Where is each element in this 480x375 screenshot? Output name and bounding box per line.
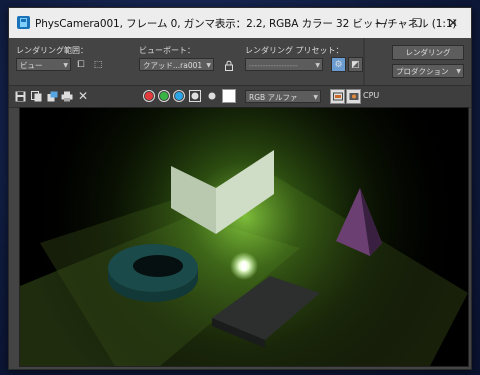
green-channel-toggle[interactable] xyxy=(158,90,170,102)
rendered-image[interactable] xyxy=(19,107,469,367)
red-channel-toggle[interactable] xyxy=(143,90,155,102)
viewport-value: クアッド...ra001 xyxy=(143,61,203,70)
chevron-down-icon: ▼ xyxy=(313,94,318,101)
app-icon xyxy=(17,16,30,29)
chevron-down-icon: ▼ xyxy=(63,62,68,69)
production-dropdown[interactable]: プロダクション ▼ xyxy=(392,64,464,78)
clear-icon[interactable]: ✕ xyxy=(76,89,90,103)
save-image-icon[interactable] xyxy=(13,89,27,103)
environment-effects-icon[interactable]: ◩ xyxy=(348,57,363,72)
viewport-dropdown[interactable]: クアッド...ra001 ▼ xyxy=(139,58,214,71)
render-area-label: レンダリング範囲： xyxy=(16,46,88,55)
render-button[interactable]: レンダリング xyxy=(392,45,464,60)
copy-image-icon[interactable] xyxy=(29,89,43,103)
monochrome-icon[interactable] xyxy=(205,89,219,103)
unlock-region-icon[interactable]: ⧠ xyxy=(74,58,88,72)
preset-dropdown[interactable]: ------------------ ▼ xyxy=(245,58,323,71)
render-window: PhysCamera001, フレーム 0, ガンマ表示：2.2, RGBA カ… xyxy=(8,7,472,370)
clear-color-swatch[interactable] xyxy=(222,89,236,103)
toggle-ui-overlays-icon[interactable] xyxy=(330,89,345,104)
print-icon[interactable] xyxy=(60,89,74,103)
chevron-down-icon: ▼ xyxy=(315,62,320,69)
minimize-button[interactable]: — xyxy=(363,8,399,38)
clone-window-icon[interactable] xyxy=(45,89,59,103)
render-setup-icon[interactable]: ⚙ xyxy=(331,57,346,72)
close-button[interactable]: ✕ xyxy=(435,8,471,38)
preset-label: レンダリング プリセット： xyxy=(245,46,344,55)
render-area-dropdown[interactable]: ビュー ▼ xyxy=(16,58,71,71)
preset-value: ------------------ xyxy=(249,61,298,70)
lock-icon[interactable] xyxy=(222,58,236,72)
title-bar[interactable]: PhysCamera001, フレーム 0, ガンマ表示：2.2, RGBA カ… xyxy=(9,8,471,38)
render-area-value: ビュー xyxy=(20,61,43,70)
maximize-button[interactable]: ☐ xyxy=(399,8,435,38)
render-controls: レンダリング範囲： ビュー ▼ ⧠ ⬚ ビューポート： クアッド...ra001… xyxy=(9,38,471,85)
frame-buffer-toolbar: ✕ RGB アルファ ▼ CPU xyxy=(9,85,471,108)
blue-channel-toggle[interactable] xyxy=(173,90,185,102)
auto-region-icon[interactable]: ⬚ xyxy=(91,58,105,72)
viewport-label: ビューポート： xyxy=(139,46,195,55)
display-channel-value: RGB アルファ xyxy=(249,93,298,102)
chevron-down-icon: ▼ xyxy=(456,68,461,75)
display-channel-dropdown[interactable]: RGB アルファ ▼ xyxy=(245,90,321,103)
render-scene xyxy=(20,108,468,366)
separator xyxy=(363,38,365,85)
chevron-down-icon: ▼ xyxy=(206,62,211,69)
cpu-label: CPU xyxy=(363,91,380,100)
production-value: プロダクション xyxy=(396,67,449,76)
toggle-ui-icon[interactable] xyxy=(346,89,361,104)
alpha-channel-toggle[interactable] xyxy=(188,89,202,103)
